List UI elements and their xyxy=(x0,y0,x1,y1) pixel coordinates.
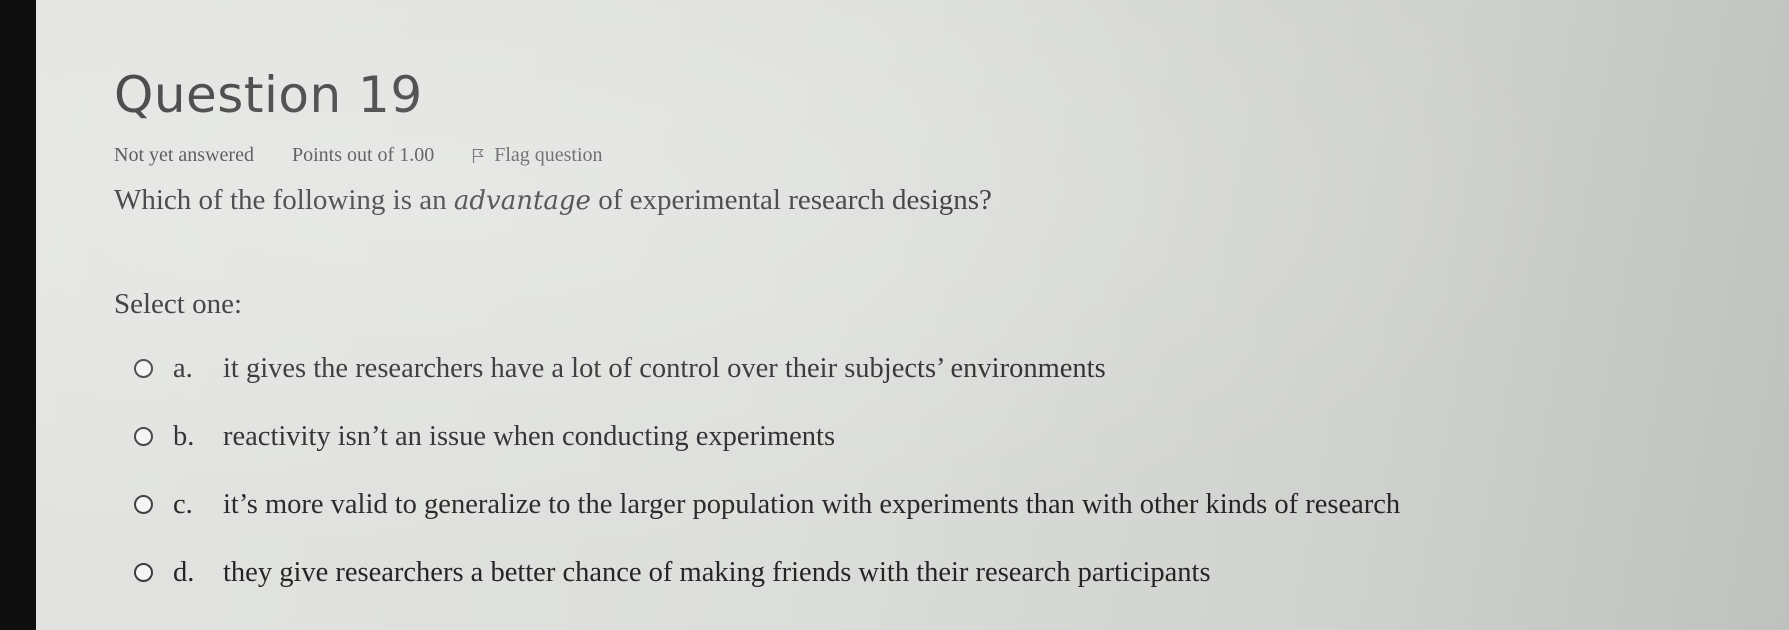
answer-letter: b. xyxy=(173,420,195,452)
answer-option-c[interactable]: c. it’s more valid to generalize to the … xyxy=(134,471,1614,539)
answer-letter: a. xyxy=(173,352,193,384)
question-text-start: Which of the following is an xyxy=(114,184,454,216)
question-state: Not yet answered xyxy=(114,144,254,166)
answer-option-d[interactable]: d. they give researchers a better chance… xyxy=(134,539,1614,607)
question-title: Question 19 xyxy=(114,66,423,124)
question-text-end: of experimental research designs? xyxy=(590,184,992,216)
flag-question-link[interactable]: Flag question xyxy=(472,144,603,167)
answer-list: a. it gives the researchers have a lot o… xyxy=(114,335,1614,607)
question-text: Which of the following is an advantage o… xyxy=(114,183,1614,218)
answer-text: reactivity isn’t an issue when conductin… xyxy=(223,420,836,452)
radio-button-c[interactable] xyxy=(134,495,153,515)
answer-letter: c. xyxy=(173,488,193,520)
question-block: Question 19 Not yet answered Points out … xyxy=(114,70,1614,607)
radio-button-a[interactable] xyxy=(134,359,153,379)
flag-icon xyxy=(473,148,484,163)
answer-text: they give researchers a better chance of… xyxy=(223,556,1211,588)
question-points: Points out of 1.00 xyxy=(291,144,435,166)
select-prompt: Select one: xyxy=(114,287,243,320)
question-text-emphasis: advantage xyxy=(453,186,591,216)
monitor-screen: Question 19 Not yet answered Points out … xyxy=(36,0,1789,630)
radio-button-d[interactable] xyxy=(134,563,153,583)
answer-option-b[interactable]: b. reactivity isn’t an issue when conduc… xyxy=(134,403,1614,471)
answer-text: it’s more valid to generalize to the lar… xyxy=(223,488,1401,520)
flag-question-label: Flag question xyxy=(494,144,603,166)
radio-button-b[interactable] xyxy=(134,427,153,447)
answer-option-a[interactable]: a. it gives the researchers have a lot o… xyxy=(134,335,1614,403)
answer-letter: d. xyxy=(173,556,195,588)
answer-text: it gives the researchers have a lot of c… xyxy=(223,352,1106,384)
question-info: Not yet answered Points out of 1.00 Flag… xyxy=(114,144,1614,167)
